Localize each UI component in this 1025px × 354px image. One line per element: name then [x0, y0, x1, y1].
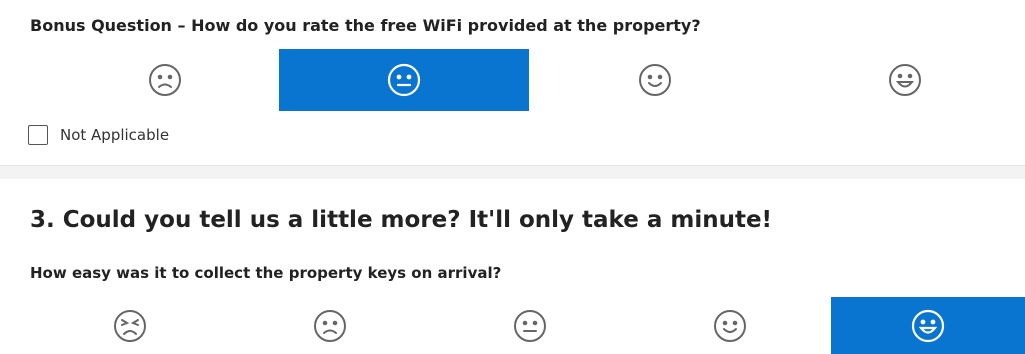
- section-divider: [0, 165, 1025, 179]
- not-applicable-label: Not Applicable: [60, 126, 170, 144]
- bonus-rating-sad[interactable]: [75, 49, 255, 111]
- bonus-rating-neutral[interactable]: [279, 49, 529, 111]
- smile-face-icon: [714, 309, 746, 342]
- smile-face-icon: [639, 64, 671, 96]
- keys-rating-big-smile[interactable]: [831, 297, 1025, 354]
- angry-face-icon: [114, 309, 146, 342]
- bonus-question-text: Bonus Question – How do you rate the fre…: [30, 16, 701, 35]
- bonus-rating-smile[interactable]: [565, 49, 745, 111]
- not-applicable-checkbox[interactable]: [28, 125, 48, 145]
- keys-question-text: How easy was it to collect the property …: [30, 264, 502, 282]
- bonus-question-section: Bonus Question – How do you rate the fre…: [0, 0, 1025, 165]
- sad-face-icon: [149, 64, 181, 96]
- big-smile-face-icon: [911, 309, 945, 342]
- not-applicable-option[interactable]: Not Applicable: [28, 125, 169, 145]
- section-3-title: 3. Could you tell us a little more? It'l…: [30, 207, 773, 233]
- big-smile-face-icon: [889, 64, 921, 96]
- keys-rating-sad[interactable]: [240, 297, 420, 354]
- sad-face-icon: [314, 309, 346, 342]
- keys-rating-smile[interactable]: [640, 297, 820, 354]
- neutral-face-icon: [514, 309, 546, 342]
- bonus-rating-big-smile[interactable]: [815, 49, 995, 111]
- keys-rating-neutral[interactable]: [440, 297, 620, 354]
- keys-rating-angry[interactable]: [40, 297, 220, 354]
- neutral-face-icon: [387, 63, 421, 97]
